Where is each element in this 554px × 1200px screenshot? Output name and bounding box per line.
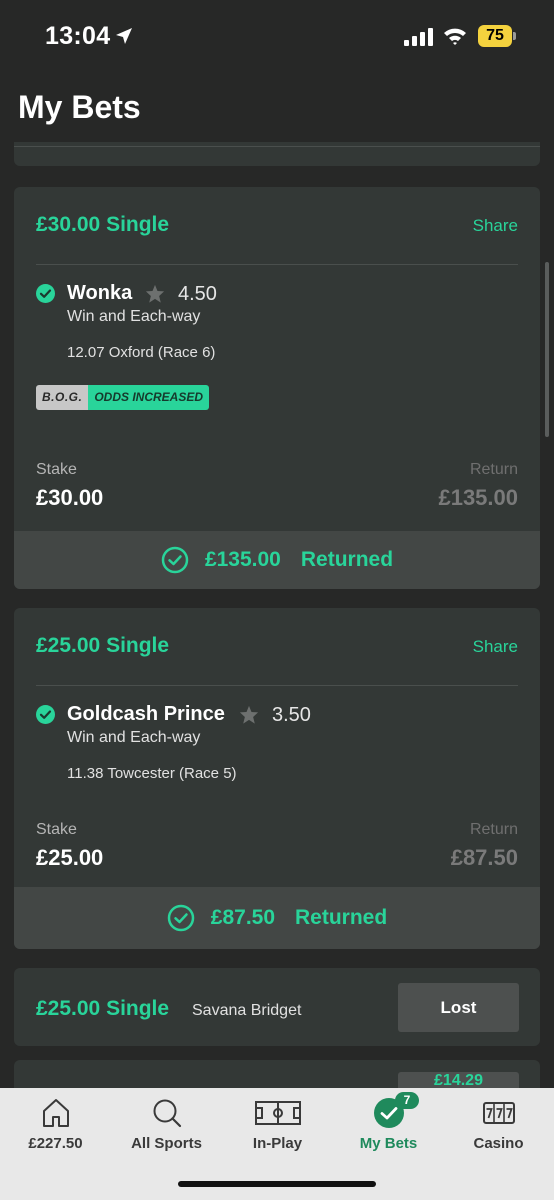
market-type: Win and Each-way <box>67 308 201 325</box>
selection-name: Savana Bridget <box>192 1002 302 1019</box>
battery-level: 75 <box>478 25 512 47</box>
home-icon <box>42 1099 69 1127</box>
returned-status-bar: £135.00 Returned <box>14 531 540 589</box>
bet-title: £25.00 Single <box>36 997 170 1020</box>
battery-tip <box>513 32 516 40</box>
check-circle-icon <box>36 284 55 303</box>
wifi-icon <box>444 28 466 45</box>
tab-in-play[interactable]: In-Play <box>222 1088 333 1160</box>
previous-bet-card[interactable] <box>14 142 540 166</box>
bet-card[interactable]: £30.00 Single Share Wonka 4.50 Win and E… <box>14 187 540 589</box>
star-icon[interactable] <box>239 705 259 724</box>
odds-increased-badge: ODDS INCREASED <box>88 385 210 410</box>
battery-indicator: 75 <box>478 25 516 47</box>
tab-label: All Sports <box>131 1135 202 1152</box>
return-label: Return <box>469 461 518 478</box>
event-name: 12.07 Oxford (Race 6) <box>67 344 216 361</box>
odds: 3.50 <box>272 704 311 726</box>
bet-title: £30.00 Single <box>36 213 170 236</box>
tab-home[interactable]: £227.50 <box>0 1088 111 1160</box>
stake-value: £25.00 <box>36 845 104 870</box>
status-time: 13:04 <box>45 22 111 50</box>
tab-badge-count: 7 <box>395 1092 419 1109</box>
event-name: 11.38 Towcester (Race 5) <box>67 765 237 782</box>
bet-status-lost[interactable]: Lost <box>398 983 519 1032</box>
return-value: £135.00 <box>438 485 518 510</box>
pitch-icon <box>254 1101 301 1125</box>
scrollbar[interactable] <box>545 262 549 437</box>
selection-name: Goldcash Prince <box>67 703 225 725</box>
share-button[interactable]: Share <box>473 216 518 236</box>
tab-label: Casino <box>473 1135 524 1152</box>
bet-card-partial[interactable]: £14.29 <box>14 1060 540 1088</box>
cellular-signal-icon <box>404 28 433 46</box>
home-indicator <box>178 1181 376 1187</box>
stake-label: Stake <box>36 821 77 838</box>
bet-title: £25.00 Single <box>36 634 170 657</box>
bet-status-value[interactable]: £14.29 <box>398 1072 519 1088</box>
returned-label: Returned <box>295 906 388 929</box>
tab-label: In-Play <box>252 1135 303 1152</box>
stake-label: Stake <box>36 461 77 478</box>
slot-machine-icon <box>482 1102 515 1124</box>
selection-name: Wonka <box>67 282 133 304</box>
bet-card-collapsed[interactable]: £25.00 Single Savana Bridget Lost <box>14 968 540 1046</box>
bet-card[interactable]: £25.00 Single Share Goldcash Prince 3.50… <box>14 608 540 949</box>
tab-label: £227.50 <box>28 1135 83 1152</box>
return-value: £87.50 <box>450 845 518 870</box>
check-circle-outline-icon <box>161 546 189 574</box>
return-label: Return <box>469 821 518 838</box>
market-type: Win and Each-way <box>67 729 201 746</box>
tab-label: My Bets <box>359 1135 418 1152</box>
odds: 4.50 <box>178 283 217 305</box>
returned-amount: £87.50 <box>210 906 276 929</box>
status-bar: 13:04 75 <box>0 0 554 72</box>
check-circle-icon <box>36 705 55 724</box>
tab-all-sports[interactable]: All Sports <box>111 1088 222 1160</box>
tab-casino[interactable]: Casino <box>443 1088 554 1160</box>
returned-amount: £135.00 <box>204 548 281 571</box>
returned-label: Returned <box>300 548 394 571</box>
card-divider <box>36 264 518 265</box>
card-divider <box>14 146 540 147</box>
card-divider <box>36 685 518 686</box>
location-arrow-icon <box>116 28 132 44</box>
returned-status-bar: £87.50 Returned <box>14 887 540 949</box>
tab-my-bets[interactable]: 7 My Bets <box>333 1088 444 1160</box>
share-button[interactable]: Share <box>473 637 518 657</box>
bog-badge: B.O.G. <box>36 385 89 410</box>
bets-list[interactable]: £30.00 Single Share Wonka 4.50 Win and E… <box>0 142 554 1088</box>
page-title: My Bets <box>18 89 141 125</box>
star-icon[interactable] <box>145 284 165 303</box>
search-icon <box>153 1099 181 1128</box>
stake-value: £30.00 <box>36 485 104 510</box>
promo-badges: B.O.G. ODDS INCREASED <box>36 385 210 410</box>
check-circle-outline-icon <box>167 904 195 932</box>
